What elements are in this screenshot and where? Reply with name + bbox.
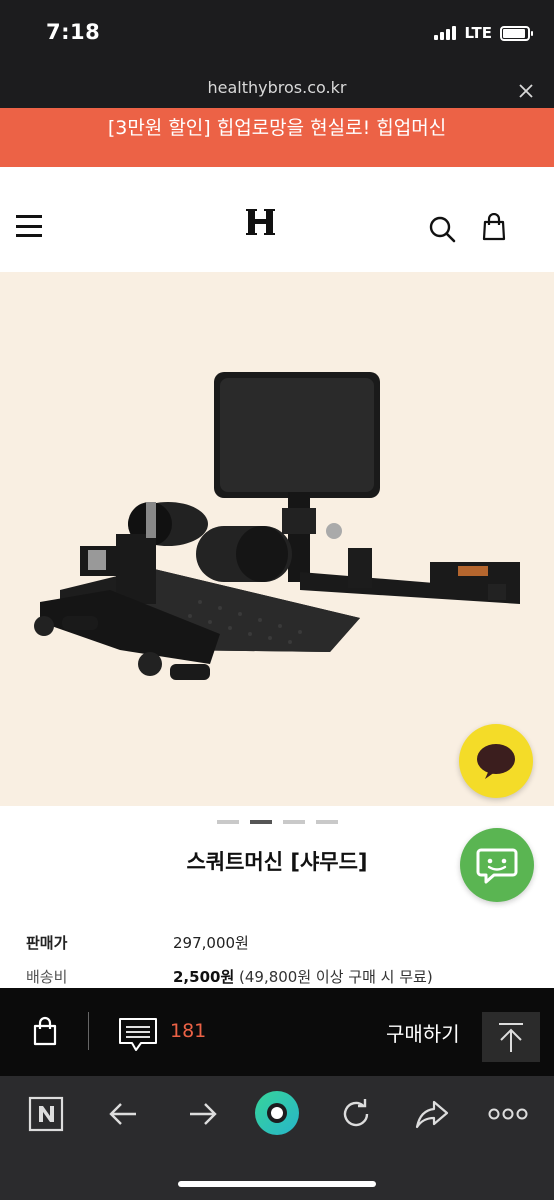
promo-banner[interactable]: [3만원 할인] 힙업로망을 현실로! 힙업머신 [0,108,554,167]
home-indicator[interactable] [178,1181,376,1187]
home-green-icon[interactable] [254,1090,300,1140]
shopping-bag-icon[interactable] [482,212,506,245]
battery-icon [500,25,533,41]
signal-icon [434,26,457,40]
price-value: 297,000원 [173,934,249,952]
buy-button[interactable]: 구매하기 [386,1018,460,1047]
menu-icon[interactable] [16,215,42,237]
live-chat-button[interactable] [460,828,534,902]
kakao-talk-button[interactable] [459,724,533,798]
bottom-action-bar: 181 구매하기 [0,988,554,1076]
carousel-dot[interactable] [282,820,305,824]
carousel-dot[interactable] [315,820,338,824]
share-icon[interactable] [414,1096,450,1136]
status-indicators: LTE [434,24,533,42]
price-row: 판매가 297,000원 [26,932,249,953]
shipping-note: (49,800원 이상 구매 시 무료) [234,968,433,986]
forward-arrow-icon[interactable] [184,1096,220,1136]
review-count[interactable]: 181 [170,1020,206,1042]
arrow-up-icon [499,1023,523,1052]
scroll-top-button[interactable] [482,1012,540,1062]
shipping-label: 배송비 [26,968,68,986]
shipping-fee: 2,500원 [173,968,235,986]
kakao-chat-icon [477,744,515,779]
chat-bubble-icon [476,848,518,884]
url-text[interactable]: healthybros.co.kr [0,78,554,97]
refresh-icon[interactable] [338,1096,374,1136]
more-icon[interactable] [488,1096,528,1136]
network-type: LTE [464,24,492,42]
status-bar: 7:18 LTE [0,0,554,68]
site-header [0,167,554,272]
promo-text[interactable]: [3만원 할인] 힙업로망을 현실로! 힙업머신 [108,117,446,139]
close-icon[interactable] [518,74,534,105]
shipping-row: 배송비 2,500원 (49,800원 이상 구매 시 무료) [26,966,433,987]
price-label: 판매가 [26,934,68,952]
logo[interactable] [246,207,278,245]
search-icon[interactable] [428,215,456,247]
review-icon[interactable] [117,1016,159,1058]
shipping-value: 2,500원 (49,800원 이상 구매 시 무료) [173,966,433,987]
browser-url-bar[interactable]: healthybros.co.kr [0,68,554,108]
battery-level [503,28,525,38]
cart-icon[interactable] [33,1016,57,1050]
carousel-dot[interactable] [249,820,272,824]
status-time: 7:18 [46,20,101,44]
naver-icon[interactable] [28,1096,64,1136]
back-arrow-icon[interactable] [106,1096,142,1136]
carousel-dot[interactable] [216,820,239,824]
divider [88,1012,89,1050]
